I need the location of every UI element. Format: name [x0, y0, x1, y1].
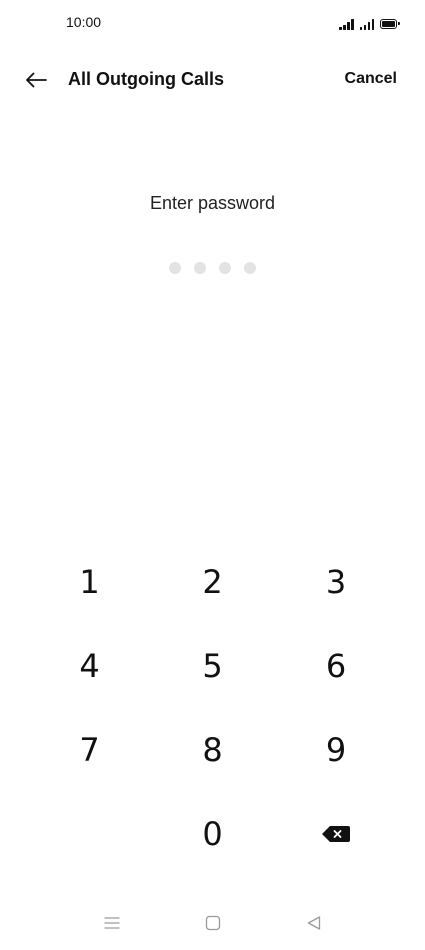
key-empty — [28, 792, 151, 876]
system-nav-bar — [0, 905, 425, 941]
password-dot — [169, 262, 181, 274]
status-icons — [339, 14, 400, 30]
key-2[interactable]: 2 — [151, 540, 274, 624]
key-9[interactable]: 9 — [274, 708, 398, 792]
page-title: All Outgoing Calls — [68, 69, 224, 89]
back-triangle-icon — [307, 916, 321, 930]
password-dots — [0, 262, 425, 274]
key-3[interactable]: 3 — [274, 540, 398, 624]
password-dot — [194, 262, 206, 274]
key-0[interactable]: 0 — [151, 792, 274, 876]
key-5[interactable]: 5 — [151, 624, 274, 708]
back-button[interactable] — [20, 64, 52, 96]
menu-icon — [104, 917, 120, 929]
password-prompt: Enter password — [149, 193, 276, 213]
key-7[interactable]: 7 — [28, 708, 151, 792]
nav-back-button[interactable] — [303, 913, 325, 933]
numeric-keypad: 1 2 3 4 5 6 7 8 9 0 — [28, 540, 398, 876]
nav-home-button[interactable] — [202, 913, 224, 933]
home-square-icon — [205, 915, 221, 931]
signal-icon — [339, 18, 354, 30]
backspace-button[interactable] — [274, 792, 398, 876]
key-4[interactable]: 4 — [28, 624, 151, 708]
nav-menu-button[interactable] — [101, 913, 123, 933]
arrow-left-icon — [26, 72, 47, 88]
status-time: 10:00 — [66, 14, 102, 30]
battery-icon — [380, 19, 400, 29]
backspace-icon — [322, 826, 350, 842]
signal-icon — [359, 18, 374, 30]
key-6[interactable]: 6 — [274, 624, 398, 708]
password-dot — [219, 262, 231, 274]
key-1[interactable]: 1 — [28, 540, 151, 624]
app-bar: All Outgoing Calls Cancel — [0, 58, 425, 102]
status-bar: 10:00 — [0, 0, 425, 46]
password-dot — [244, 262, 256, 274]
key-8[interactable]: 8 — [151, 708, 274, 792]
cancel-button[interactable]: Cancel — [345, 70, 397, 88]
